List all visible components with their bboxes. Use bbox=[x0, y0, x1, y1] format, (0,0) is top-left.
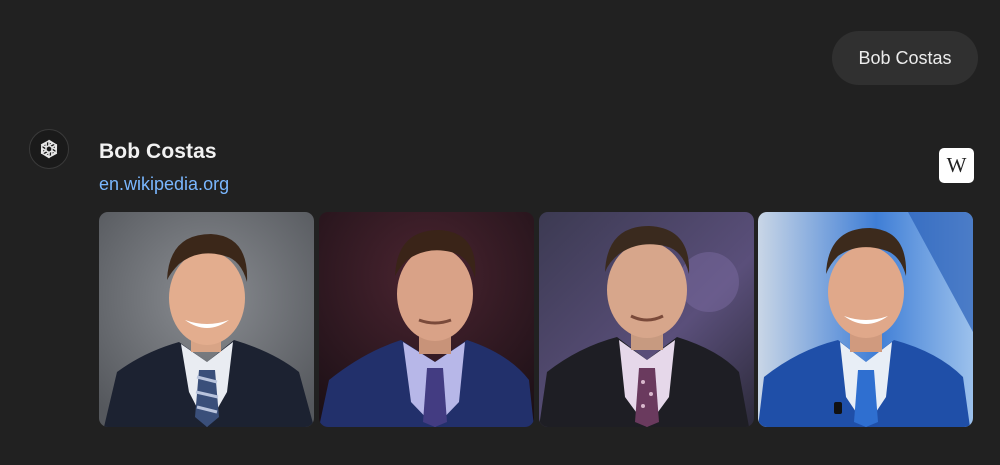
user-message-text: Bob Costas bbox=[858, 47, 952, 68]
wikipedia-icon[interactable]: W bbox=[939, 148, 974, 183]
openai-logo-icon bbox=[40, 139, 58, 159]
wikipedia-badge-letter: W bbox=[946, 153, 967, 177]
assistant-avatar bbox=[29, 129, 69, 169]
gallery-image[interactable] bbox=[319, 212, 534, 427]
gallery-image[interactable] bbox=[758, 212, 973, 427]
gallery-image[interactable] bbox=[539, 212, 754, 427]
result-title[interactable]: Bob Costas bbox=[99, 140, 217, 164]
gallery-image[interactable] bbox=[99, 212, 314, 427]
source-link[interactable]: en.wikipedia.org bbox=[99, 174, 229, 195]
image-gallery bbox=[99, 212, 973, 427]
user-message-bubble[interactable]: Bob Costas bbox=[832, 31, 978, 85]
